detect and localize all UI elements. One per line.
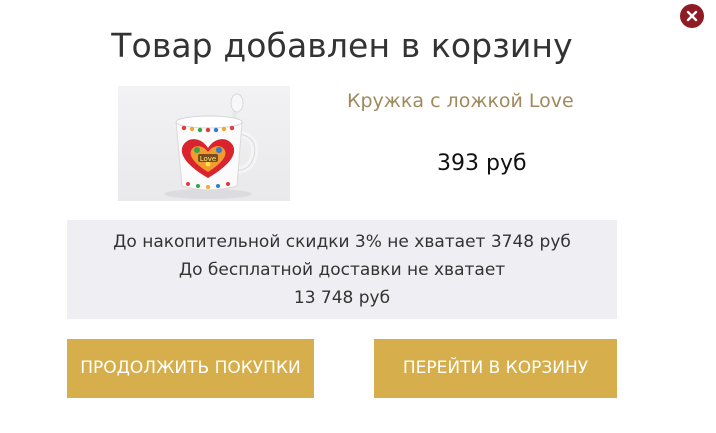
delivery-amount: 13 748 руб [293,288,391,308]
product-name-link[interactable]: Кружка с ложкой Love [347,90,574,112]
delivery-info-line: До бесплатной доставки не хватает [178,260,506,280]
go-to-cart-button[interactable]: ПЕРЕЙТИ В КОРЗИНУ [374,339,617,398]
mug-photo-icon: Love [164,93,259,199]
modal-title: Товар добавлен в корзину [111,26,573,65]
product-image[interactable]: Love [118,86,290,201]
continue-shopping-button[interactable]: ПРОДОЛЖИТЬ ПОКУПКИ [67,339,314,398]
discount-info-box: До накопительной скидки 3% не хватает 37… [67,220,617,319]
product-price: 393 руб [437,151,527,176]
mug-text: Love [200,155,217,163]
discount-info-line: До накопительной скидки 3% не хватает 37… [113,232,571,252]
close-button[interactable] [680,4,704,28]
close-icon [686,10,698,22]
